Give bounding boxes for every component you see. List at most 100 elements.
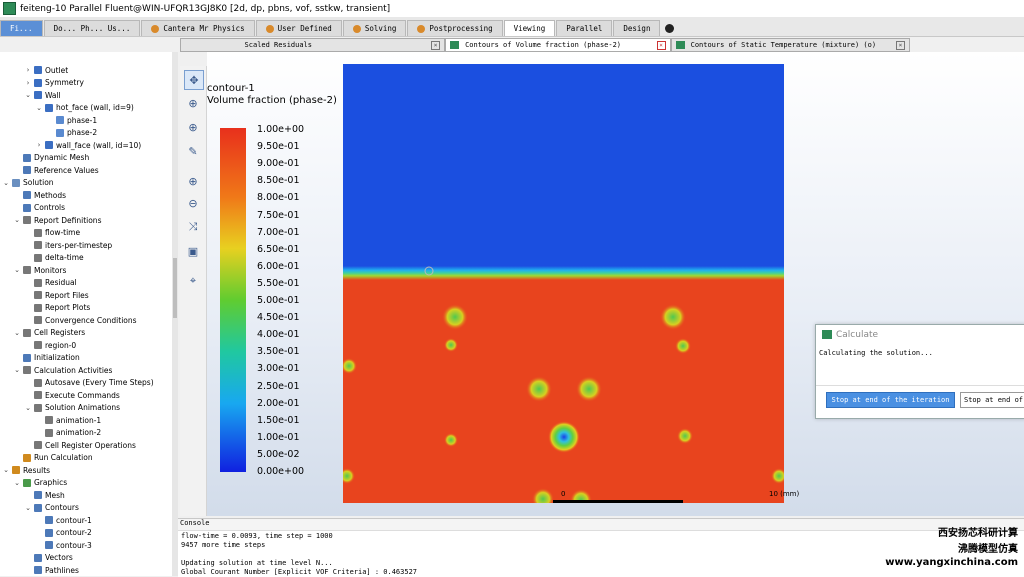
stop-at-end-of-timestep-button[interactable]: Stop at end of (960, 392, 1024, 408)
contour-plot[interactable] (343, 64, 784, 503)
graphics-icon (450, 41, 460, 49)
close-icon[interactable]: × (895, 40, 905, 50)
expand-toggle-icon[interactable]: ⌄ (2, 466, 10, 474)
tree-item[interactable]: › Outlet (24, 64, 69, 76)
zoom-out-icon[interactable]: ⊖ (184, 194, 202, 212)
tree-item[interactable]: Reference Values (13, 164, 99, 176)
expand-toggle-icon[interactable]: ⌄ (13, 479, 21, 487)
tree-item[interactable]: animation-1 (35, 414, 101, 426)
ribbon-tab-1[interactable]: Do... Ph... Us... (43, 20, 141, 36)
tree-item[interactable]: Cell Register Operations (24, 439, 136, 451)
tree-item[interactable]: phase-2 (46, 127, 97, 139)
tree-item[interactable]: flow-time (24, 227, 80, 239)
tree-item[interactable]: region-0 (24, 339, 76, 351)
move-icon[interactable]: ✥ (184, 70, 204, 90)
tree-item[interactable]: Residual (24, 277, 77, 289)
tree-item-label: Calculation Activities (34, 365, 113, 375)
tree-item[interactable]: ⌄ Solution Animations (24, 402, 120, 414)
ribbon-tab-5[interactable]: Postprocessing (407, 20, 503, 36)
tree-item[interactable]: contour-2 (35, 527, 92, 539)
tree-item[interactable]: Report Plots (24, 302, 90, 314)
stop-at-end-of-iteration-button[interactable]: Stop at end of the iteration (826, 392, 955, 408)
expand-toggle-icon[interactable]: ⌄ (13, 216, 21, 224)
ribbon-tab-4[interactable]: Solving (342, 20, 407, 36)
expand-toggle-icon[interactable]: › (35, 141, 43, 149)
ribbon-tab-7[interactable]: Parallel (556, 20, 613, 36)
expand-toggle-icon[interactable]: ⌄ (35, 104, 43, 112)
expand-toggle-icon[interactable]: ⌄ (13, 266, 21, 274)
tree-item[interactable]: contour-3 (35, 539, 92, 551)
close-icon[interactable]: × (431, 40, 441, 50)
colorbar-tick-label: 1.00e+00 (257, 124, 305, 135)
tree-item[interactable]: delta-time (24, 252, 84, 264)
expand-toggle-icon[interactable]: ⌄ (13, 366, 21, 374)
tree-item[interactable]: › wall_face (wall, id=10) (35, 139, 142, 151)
console-output[interactable]: flow-time = 0.0093, time step = 1000 9457… (178, 530, 1024, 577)
tree-item[interactable]: ⌄ Graphics (13, 477, 67, 489)
expand-toggle-icon[interactable]: › (24, 66, 32, 74)
tree-scrollbar[interactable] (172, 52, 178, 576)
ribbon-tab-8[interactable]: Design (613, 20, 661, 36)
tree-node-icon (34, 491, 42, 499)
tab-contours-static-temperature[interactable]: Contours of Static Temperature (mixture)… (670, 38, 910, 52)
tree-item[interactable]: Pathlines (24, 564, 79, 576)
tree-item[interactable]: Autosave (Every Time Steps) (24, 377, 154, 389)
expand-toggle-icon[interactable]: ⌄ (24, 504, 32, 512)
tree-item[interactable]: Mesh (24, 489, 65, 501)
tree-item[interactable]: contour-1 (35, 514, 92, 526)
title-bar: feiteng-10 Parallel Fluent@WIN-UFQR13GJ8… (0, 0, 1024, 18)
tree-item[interactable]: ⌄ Report Definitions (13, 214, 101, 226)
colorbar-tick-label: 6.00e-01 (257, 260, 300, 272)
tab-contours-volume-fraction[interactable]: Contours of Volume fraction (phase-2) × (445, 38, 671, 52)
colorbar-tick-label: 5.00e-01 (257, 295, 300, 306)
expand-toggle-icon[interactable]: › (24, 79, 32, 87)
close-icon[interactable]: × (656, 40, 666, 50)
tree-item[interactable]: Report Files (24, 289, 89, 301)
ribbon-tab-label: Cantera Mr Physics (163, 24, 245, 33)
zoom-in-icon[interactable]: ⊕ (184, 118, 202, 136)
tree-item[interactable]: ⌄ Contours (24, 502, 79, 514)
zoom-fit-icon[interactable]: ⊕ (184, 94, 202, 112)
expand-toggle-icon[interactable]: ⌄ (24, 91, 32, 99)
tree-item[interactable]: Initialization (13, 352, 80, 364)
tree-item[interactable]: Dynamic Mesh (13, 152, 89, 164)
probe-icon[interactable]: ✎ (184, 142, 202, 160)
ribbon-tab-label: Design (623, 24, 651, 33)
ribbon-tab-2[interactable]: Cantera Mr Physics (141, 20, 255, 36)
tree-item[interactable]: iters-per-timestep (24, 239, 112, 251)
tree-item[interactable]: › Symmetry (24, 77, 84, 89)
tree-item[interactable]: ⌄ Cell Registers (13, 327, 85, 339)
graphics-viewport[interactable]: contour-1 Volume fraction (phase-2) 0 10… (207, 52, 1024, 516)
tree-item[interactable]: Methods (13, 189, 66, 201)
ribbon-tab-label: Postprocessing (429, 24, 493, 33)
ribbon-tab-0[interactable]: Fi... (0, 20, 43, 36)
ribbon-tab-3[interactable]: User Defined (255, 20, 342, 36)
tree-item[interactable]: ⌄ Results (2, 464, 50, 476)
outline-tree: › Outlet › Symmetry ⌄ Wall ⌄ hot_face (wall, id… (0, 52, 173, 576)
tree-item[interactable]: Run Calculation (13, 452, 93, 464)
tree-item[interactable]: Execute Commands (24, 389, 120, 401)
tree-item[interactable]: ⌄ Solution (2, 177, 54, 189)
tab-scaled-residuals[interactable]: Scaled Residuals × (180, 38, 446, 52)
tree-item[interactable]: Convergence Conditions (24, 314, 137, 326)
tree-node-icon (23, 366, 31, 374)
tree-item[interactable]: Controls (13, 202, 65, 214)
tree-item[interactable]: ⌄ Wall (24, 89, 61, 101)
tree-item[interactable]: ⌄ hot_face (wall, id=9) (35, 102, 134, 114)
view-options-icon[interactable]: ⌖ (184, 272, 202, 290)
tree-item[interactable]: ⌄ Calculation Activities (13, 364, 112, 376)
tab-label: Scaled Residuals (244, 41, 312, 49)
expand-toggle-icon[interactable]: ⌄ (24, 404, 32, 412)
tree-item[interactable]: phase-1 (46, 114, 97, 126)
ribbon-options-icon[interactable] (665, 24, 675, 33)
zoom-box-icon[interactable]: ⊕ (184, 172, 202, 190)
expand-toggle-icon[interactable]: ⌄ (2, 179, 10, 187)
pan-icon[interactable]: ⤨ (184, 218, 202, 236)
fit-screen-icon[interactable]: ▣ (184, 242, 202, 260)
ribbon-tab-6[interactable]: Viewing (503, 20, 556, 36)
tree-item[interactable]: Vectors (24, 552, 73, 564)
expand-toggle-icon[interactable]: ⌄ (13, 329, 21, 337)
tree-item[interactable]: ⌄ Monitors (13, 264, 66, 276)
scrollbar-thumb[interactable] (173, 258, 177, 318)
tree-item[interactable]: animation-2 (35, 427, 101, 439)
